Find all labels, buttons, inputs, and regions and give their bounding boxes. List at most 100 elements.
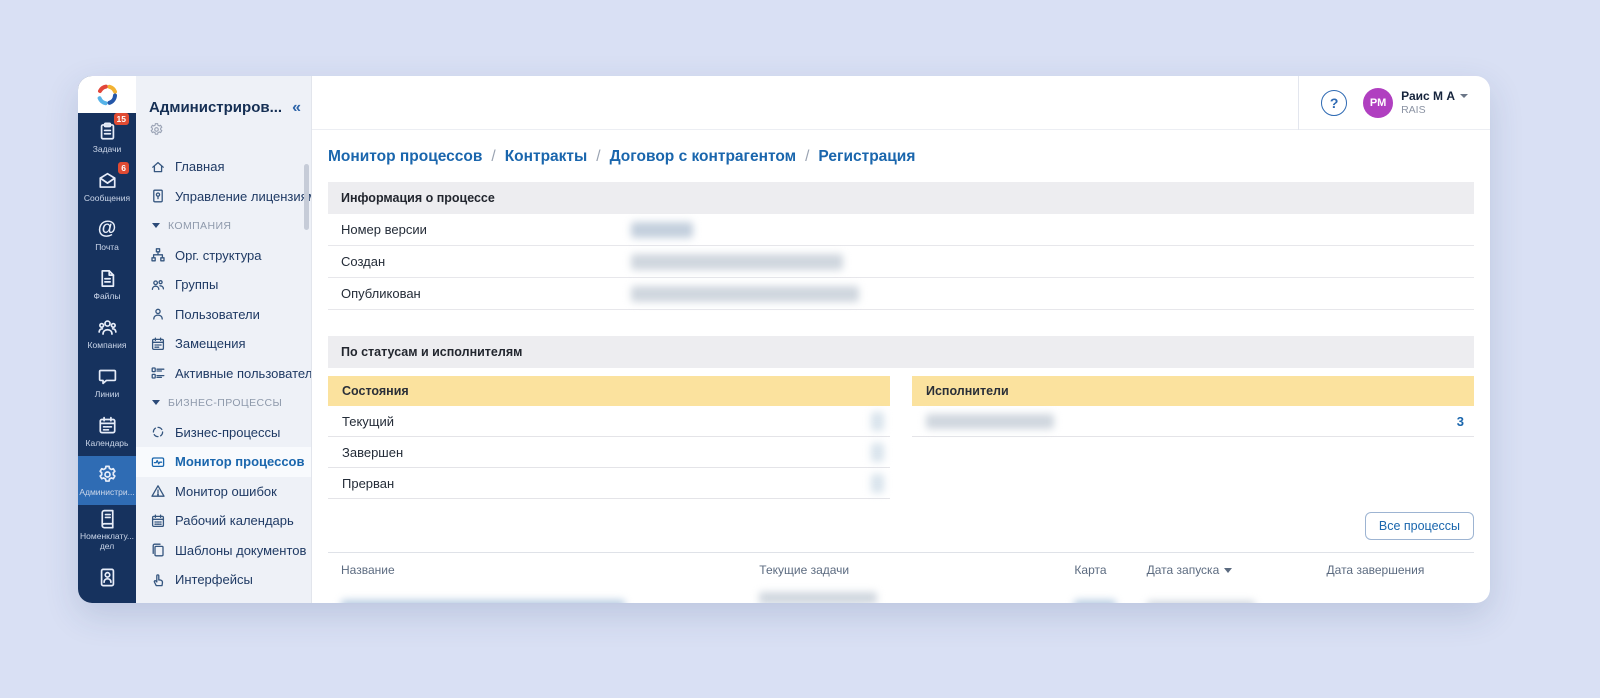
redacted-task — [759, 592, 877, 603]
state-row-current[interactable]: Текущий — [328, 406, 890, 437]
rail-item-nomenclature[interactable]: Номенклату... дел — [78, 505, 136, 554]
column-current-tasks[interactable]: Текущие задачи — [746, 563, 1061, 577]
rail-item-mail[interactable]: @ Почта — [78, 211, 136, 260]
executors-panel: Исполнители 3 — [912, 376, 1474, 499]
active-users-icon — [150, 365, 166, 381]
sidebar-scrollbar[interactable] — [304, 164, 309, 230]
info-row-created: Создан — [328, 246, 1474, 278]
executors-panel-header: Исполнители — [912, 376, 1474, 406]
sidebar-section-business-processes[interactable]: БИЗНЕС-ПРОЦЕССЫ — [136, 388, 311, 418]
license-icon — [150, 188, 166, 204]
tasks-icon: 15 — [96, 120, 118, 142]
process-table: Название Текущие задачи Карта Дата запус… — [328, 552, 1474, 603]
sidebar-item-substitutions[interactable]: Замещения — [136, 329, 311, 359]
sidebar-title: Администриров... — [149, 99, 282, 116]
info-row-published: Опубликован — [328, 278, 1474, 310]
sidebar-item-home[interactable]: Главная — [136, 152, 311, 182]
state-row-interrupted[interactable]: Прерван — [328, 468, 890, 499]
interfaces-icon — [150, 572, 166, 588]
states-panel-header: Состояния — [328, 376, 890, 406]
question-icon: ? — [1330, 95, 1339, 111]
business-process-icon — [150, 424, 166, 440]
user-icon — [150, 306, 166, 322]
states-panel: Состояния Текущий Завершен Прерван — [328, 376, 890, 499]
state-row-finished[interactable]: Завершен — [328, 437, 890, 468]
redacted-value — [631, 254, 843, 270]
sidebar-item-users[interactable]: Пользователи — [136, 300, 311, 330]
sidebar-item-work-calendar[interactable]: Рабочий календарь — [136, 506, 311, 536]
breadcrumb-contract[interactable]: Договор с контрагентом — [610, 148, 797, 166]
sidebar-item-active-users[interactable]: Активные пользователи — [136, 359, 311, 389]
rail-item-contacts[interactable] — [78, 554, 136, 603]
process-monitor-icon — [150, 454, 166, 470]
sidebar-item-business-processes[interactable]: Бизнес-процессы — [136, 418, 311, 448]
calendar-icon — [96, 414, 118, 436]
sidebar-item-interfaces[interactable]: Интерфейсы — [136, 565, 311, 595]
redacted-process-name — [341, 600, 625, 604]
executor-row[interactable]: 3 — [912, 406, 1474, 437]
topbar-divider — [1298, 76, 1299, 130]
avatar: PM — [1363, 88, 1393, 118]
logo-icon — [92, 80, 122, 110]
info-row-version: Номер версии — [328, 214, 1474, 246]
sidebar-item-doc-templates[interactable]: Шаблоны документов — [136, 536, 311, 566]
icon-rail: 15 Задачи 6 Сообщения @ Почта Файлы — [78, 76, 136, 603]
breadcrumb-process-monitor[interactable]: Монитор процессов — [328, 148, 482, 166]
table-header-row: Название Текущие задачи Карта Дата запус… — [328, 553, 1474, 587]
content: Монитор процессов / Контракты / Договор … — [312, 130, 1490, 603]
app-window: 15 Задачи 6 Сообщения @ Почта Файлы — [78, 76, 1490, 603]
sidebar-item-process-monitor[interactable]: Монитор процессов — [136, 447, 311, 477]
rail-item-calendar[interactable]: Календарь — [78, 407, 136, 456]
sidebar-item-groups[interactable]: Группы — [136, 270, 311, 300]
company-icon — [96, 316, 118, 338]
user-menu[interactable]: PM Раис М А RAIS — [1363, 88, 1468, 118]
user-org: RAIS — [1401, 104, 1468, 116]
redacted-value — [631, 222, 693, 238]
column-start-date[interactable]: Дата запуска — [1134, 563, 1314, 577]
rail-item-company[interactable]: Компания — [78, 309, 136, 358]
breadcrumb-registration[interactable]: Регистрация — [818, 148, 915, 166]
current-tasks-cell[interactable] — [746, 592, 1061, 603]
sidebar-menu: Главная Управление лицензиями КОМПАНИЯ О… — [136, 152, 311, 595]
rail-item-administration[interactable]: Администри... — [78, 456, 136, 505]
rail-item-lines[interactable]: Линии — [78, 358, 136, 407]
calendar-icon — [150, 336, 166, 352]
rail-item-tasks[interactable]: 15 Задачи — [78, 113, 136, 162]
help-button[interactable]: ? — [1321, 90, 1347, 116]
sidebar-section-company[interactable]: КОМПАНИЯ — [136, 211, 311, 241]
files-icon — [96, 267, 118, 289]
executor-count: 3 — [1457, 414, 1468, 429]
mail-icon: @ — [96, 218, 118, 240]
redacted-value — [631, 286, 859, 302]
contacts-icon — [96, 566, 118, 588]
sidebar-settings-gear-icon[interactable] — [136, 116, 311, 146]
chevron-down-icon — [152, 223, 160, 228]
column-map[interactable]: Карта — [1061, 563, 1133, 577]
sidebar-item-error-monitor[interactable]: Монитор ошибок — [136, 477, 311, 507]
app-logo[interactable] — [78, 76, 136, 113]
table-row[interactable] — [328, 587, 1474, 603]
org-structure-icon — [150, 247, 166, 263]
redacted-count — [871, 412, 884, 431]
rail-item-files[interactable]: Файлы — [78, 260, 136, 309]
chevron-down-icon — [152, 400, 160, 405]
messages-icon: 6 — [96, 169, 118, 191]
sort-desc-icon — [1224, 568, 1232, 573]
chevron-down-icon — [1460, 94, 1468, 98]
user-name: Раис М А — [1401, 89, 1455, 103]
sidebar-item-licenses[interactable]: Управление лицензиями — [136, 182, 311, 212]
status-section: По статусам и исполнителям Состояния Тек… — [328, 336, 1474, 499]
breadcrumb-contracts[interactable]: Контракты — [505, 148, 588, 166]
chat-icon — [96, 365, 118, 387]
main-area: ? PM Раис М А RAIS Монитор процессов / К… — [312, 76, 1490, 603]
sidebar-item-org-structure[interactable]: Орг. структура — [136, 241, 311, 271]
process-info-section: Информация о процессе Номер версии Созда… — [328, 182, 1474, 310]
groups-icon — [150, 277, 166, 293]
redacted-map-link — [1074, 600, 1116, 603]
rail-item-messages[interactable]: 6 Сообщения — [78, 162, 136, 211]
all-processes-button[interactable]: Все процессы — [1365, 512, 1474, 540]
column-end-date[interactable]: Дата завершения — [1314, 563, 1474, 577]
sidebar-collapse-icon[interactable]: « — [292, 100, 301, 116]
tasks-badge: 15 — [114, 113, 129, 125]
column-name[interactable]: Название — [328, 563, 746, 577]
